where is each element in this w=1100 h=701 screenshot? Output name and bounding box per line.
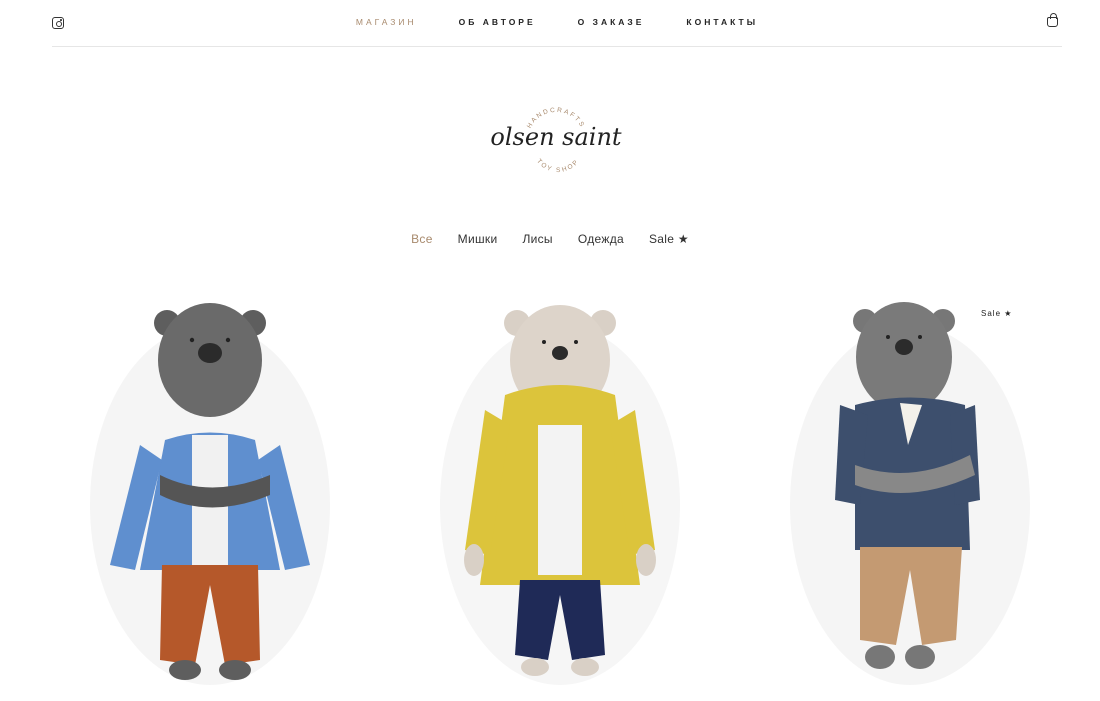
product-image-bear-blue-cardigan	[90, 303, 330, 685]
nav-item-about[interactable]: ОБ АВТОРЕ	[459, 17, 536, 27]
nav-item-shop[interactable]: МАГАЗИН	[356, 17, 417, 27]
filter-foxes[interactable]: Лисы	[522, 232, 552, 246]
product-image-bear-navy-sweater	[790, 302, 1030, 685]
logo[interactable]: HANDCRAFTS olsen saint TOY SHOP	[480, 100, 630, 180]
category-filters: Все Мишки Лисы Одежда Sale ★	[0, 232, 1100, 246]
product-card-3[interactable]	[760, 285, 1060, 690]
product-image-bear-yellow-jacket	[440, 305, 680, 685]
filter-clothes[interactable]: Одежда	[578, 232, 624, 246]
sale-badge: Sale ★	[981, 309, 1013, 318]
logo-arc-bottom: TOY SHOP	[535, 158, 581, 174]
filter-sale[interactable]: Sale ★	[649, 232, 689, 246]
nav-item-ordering[interactable]: О ЗАКАЗЕ	[578, 17, 645, 27]
product-card-2[interactable]	[410, 285, 710, 690]
site-header: МАГАЗИН ОБ АВТОРЕ О ЗАКАЗЕ КОНТАКТЫ	[52, 0, 1062, 47]
main-nav: МАГАЗИН ОБ АВТОРЕ О ЗАКАЗЕ КОНТАКТЫ	[52, 17, 1062, 27]
nav-item-contacts[interactable]: КОНТАКТЫ	[686, 17, 758, 27]
shopping-bag-icon[interactable]	[1047, 13, 1058, 27]
filter-all[interactable]: Все	[411, 232, 433, 246]
product-card-1[interactable]	[60, 285, 360, 690]
logo-script: olsen saint	[490, 123, 621, 151]
filter-bears[interactable]: Мишки	[458, 232, 498, 246]
